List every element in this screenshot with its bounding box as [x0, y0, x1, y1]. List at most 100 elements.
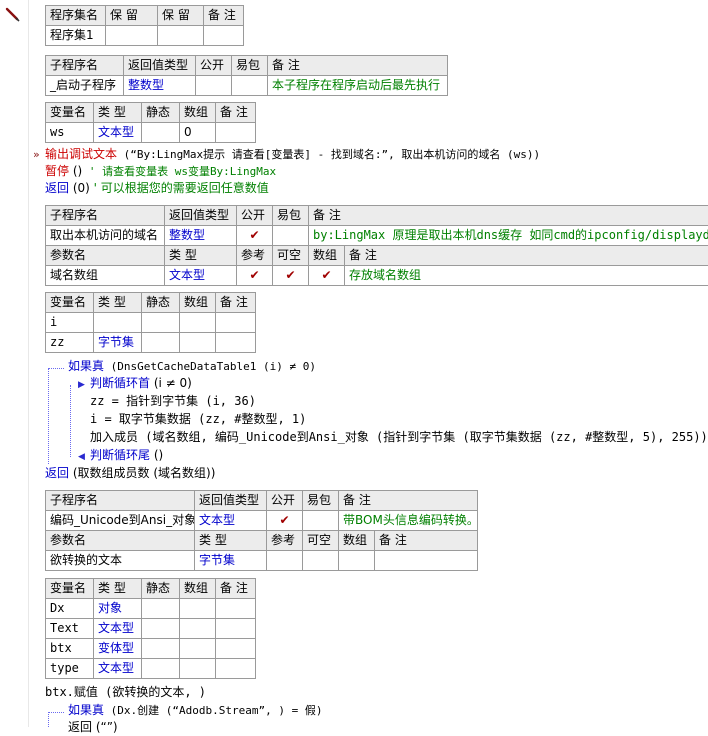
- ref-cell[interactable]: [267, 551, 303, 571]
- param-note[interactable]: [375, 551, 478, 571]
- var-name[interactable]: type: [46, 659, 94, 679]
- var-array[interactable]: [180, 313, 216, 333]
- sub-note[interactable]: by:LingMax 原理是取出本机dns缓存 如同cmd的ipconfig/d…: [309, 226, 708, 246]
- var-type[interactable]: 对象: [94, 599, 142, 619]
- program-set-table: 程序集名 保 留 保 留 备 注 程序集1: [45, 5, 244, 46]
- var-static[interactable]: [142, 619, 180, 639]
- return-type[interactable]: 文本型: [195, 511, 267, 531]
- var-array[interactable]: 0: [180, 123, 216, 143]
- table-cell[interactable]: [106, 26, 158, 46]
- var-static[interactable]: [142, 313, 180, 333]
- if-block-guide: [48, 368, 49, 464]
- var-note[interactable]: [216, 333, 256, 353]
- public-cell[interactable]: [196, 76, 232, 96]
- var-array[interactable]: [180, 599, 216, 619]
- var-name[interactable]: Dx: [46, 599, 94, 619]
- param-name[interactable]: 欲转换的文本: [46, 551, 195, 571]
- array-check-icon[interactable]: ✔: [309, 266, 345, 286]
- if-condition: (DnsGetCacheDataTable1 (i) ≠ 0): [104, 360, 316, 373]
- sub-name[interactable]: 编码_Unicode到Ansi_对象: [46, 511, 195, 531]
- array-cell[interactable]: [339, 551, 375, 571]
- ref-check-icon[interactable]: ✔: [237, 266, 273, 286]
- sub-note[interactable]: 带BOM头信息编码转换。: [339, 511, 478, 531]
- return-keyword: 返回: [45, 466, 69, 480]
- var-note[interactable]: [216, 599, 256, 619]
- var-name[interactable]: ws: [46, 123, 94, 143]
- domain-sub-table: 子程序名 返回值类型 公开 易包 备 注 取出本机访问的域名 整数型 ✔ by:…: [45, 205, 708, 286]
- public-check-icon[interactable]: ✔: [267, 511, 303, 531]
- var-name[interactable]: i: [46, 313, 94, 333]
- col-header: 参考: [237, 246, 273, 266]
- code-line[interactable]: 加入成员 (域名数组, 编码_Unicode到Ansi_对象 (指针到字节集 (…: [90, 429, 708, 446]
- code-line[interactable]: zz = 指针到字节集 (i, 36): [90, 393, 256, 410]
- if-block-guide: [48, 712, 49, 727]
- code-line[interactable]: 返回 (取数组成员数 (域名数组)): [45, 465, 215, 482]
- easy-pack-cell[interactable]: [232, 76, 268, 96]
- nullable-cell[interactable]: [303, 551, 339, 571]
- var-type[interactable]: 文本型: [94, 659, 142, 679]
- easy-pack-cell[interactable]: [303, 511, 339, 531]
- code-line[interactable]: 判断循环首 (i ≠ 0): [90, 375, 192, 392]
- code-line[interactable]: btx.赋值 (欲转换的文本, ): [45, 684, 206, 701]
- code-line[interactable]: 输出调试文本 (“By:LingMax提示 请查看[变量表] - 找到域名:”,…: [45, 146, 540, 163]
- col-header: 变量名: [46, 579, 94, 599]
- loop-end-args: (): [150, 448, 163, 462]
- param-type[interactable]: 字节集: [195, 551, 267, 571]
- var-type[interactable]: 文本型: [94, 123, 142, 143]
- var-type[interactable]: 字节集: [94, 333, 142, 353]
- col-header: 公开: [267, 491, 303, 511]
- program-set-name[interactable]: 程序集1: [46, 26, 106, 46]
- loop-end-keyword: 判断循环尾: [90, 448, 150, 462]
- code-line[interactable]: 返回 (0) ' 可以根据您的需要返回任意数值: [45, 180, 269, 197]
- var-note[interactable]: [216, 659, 256, 679]
- var-array[interactable]: [180, 333, 216, 353]
- table-cell[interactable]: [158, 26, 204, 46]
- var-note[interactable]: [216, 619, 256, 639]
- sub-name[interactable]: _启动子程序: [46, 76, 124, 96]
- breakpoint-arrow-icon[interactable]: »: [33, 148, 40, 161]
- var-name[interactable]: btx: [46, 639, 94, 659]
- easy-pack-cell[interactable]: [273, 226, 309, 246]
- col-header: 参数名: [46, 246, 165, 266]
- var-static[interactable]: [142, 333, 180, 353]
- code-line[interactable]: 判断循环尾 (): [90, 447, 163, 464]
- param-name[interactable]: 域名数组: [46, 266, 165, 286]
- code-line[interactable]: 如果真 (Dx.创建 (“Adodb.Stream”, ) = 假): [68, 702, 322, 719]
- code-line[interactable]: i = 取字节集数据 (zz, #整数型, 1): [90, 411, 306, 428]
- var-note[interactable]: [216, 123, 256, 143]
- pencil-icon: [4, 6, 20, 22]
- col-header: 子程序名: [46, 56, 124, 76]
- param-note[interactable]: 存放域名数组: [345, 266, 708, 286]
- col-header: 类 型: [195, 531, 267, 551]
- table-cell[interactable]: [204, 26, 244, 46]
- var-type[interactable]: [94, 313, 142, 333]
- var-array[interactable]: [180, 639, 216, 659]
- public-check-icon[interactable]: ✔: [237, 226, 273, 246]
- sub-note[interactable]: 本子程序在程序启动后最先执行: [268, 76, 448, 96]
- code-line[interactable]: 如果真 (DnsGetCacheDataTable1 (i) ≠ 0): [68, 358, 316, 375]
- var-static[interactable]: [142, 599, 180, 619]
- nullable-check-icon[interactable]: ✔: [273, 266, 309, 286]
- var-name[interactable]: Text: [46, 619, 94, 639]
- var-static[interactable]: [142, 659, 180, 679]
- var-array[interactable]: [180, 619, 216, 639]
- sub-name[interactable]: 取出本机访问的域名: [46, 226, 165, 246]
- var-static[interactable]: [142, 639, 180, 659]
- col-header: 易包: [273, 206, 309, 226]
- return-type[interactable]: 整数型: [124, 76, 196, 96]
- var-note[interactable]: [216, 313, 256, 333]
- code-line[interactable]: 返回 (“”): [68, 719, 118, 736]
- return-type[interactable]: 整数型: [165, 226, 237, 246]
- param-type[interactable]: 文本型: [165, 266, 237, 286]
- var-type[interactable]: 文本型: [94, 619, 142, 639]
- col-header: 类 型: [94, 293, 142, 313]
- encode-vars-table: 变量名 类 型 静态 数组 备 注 Dx 对象 Text 文本型 btx 变体型…: [45, 578, 256, 679]
- var-note[interactable]: [216, 639, 256, 659]
- var-type[interactable]: 变体型: [94, 639, 142, 659]
- col-header: 可空: [303, 531, 339, 551]
- var-name[interactable]: zz: [46, 333, 94, 353]
- col-header: 易包: [303, 491, 339, 511]
- code-line[interactable]: 暂停 () ' 请查看变量表 ws变量By:LingMax: [45, 163, 276, 180]
- var-static[interactable]: [142, 123, 180, 143]
- var-array[interactable]: [180, 659, 216, 679]
